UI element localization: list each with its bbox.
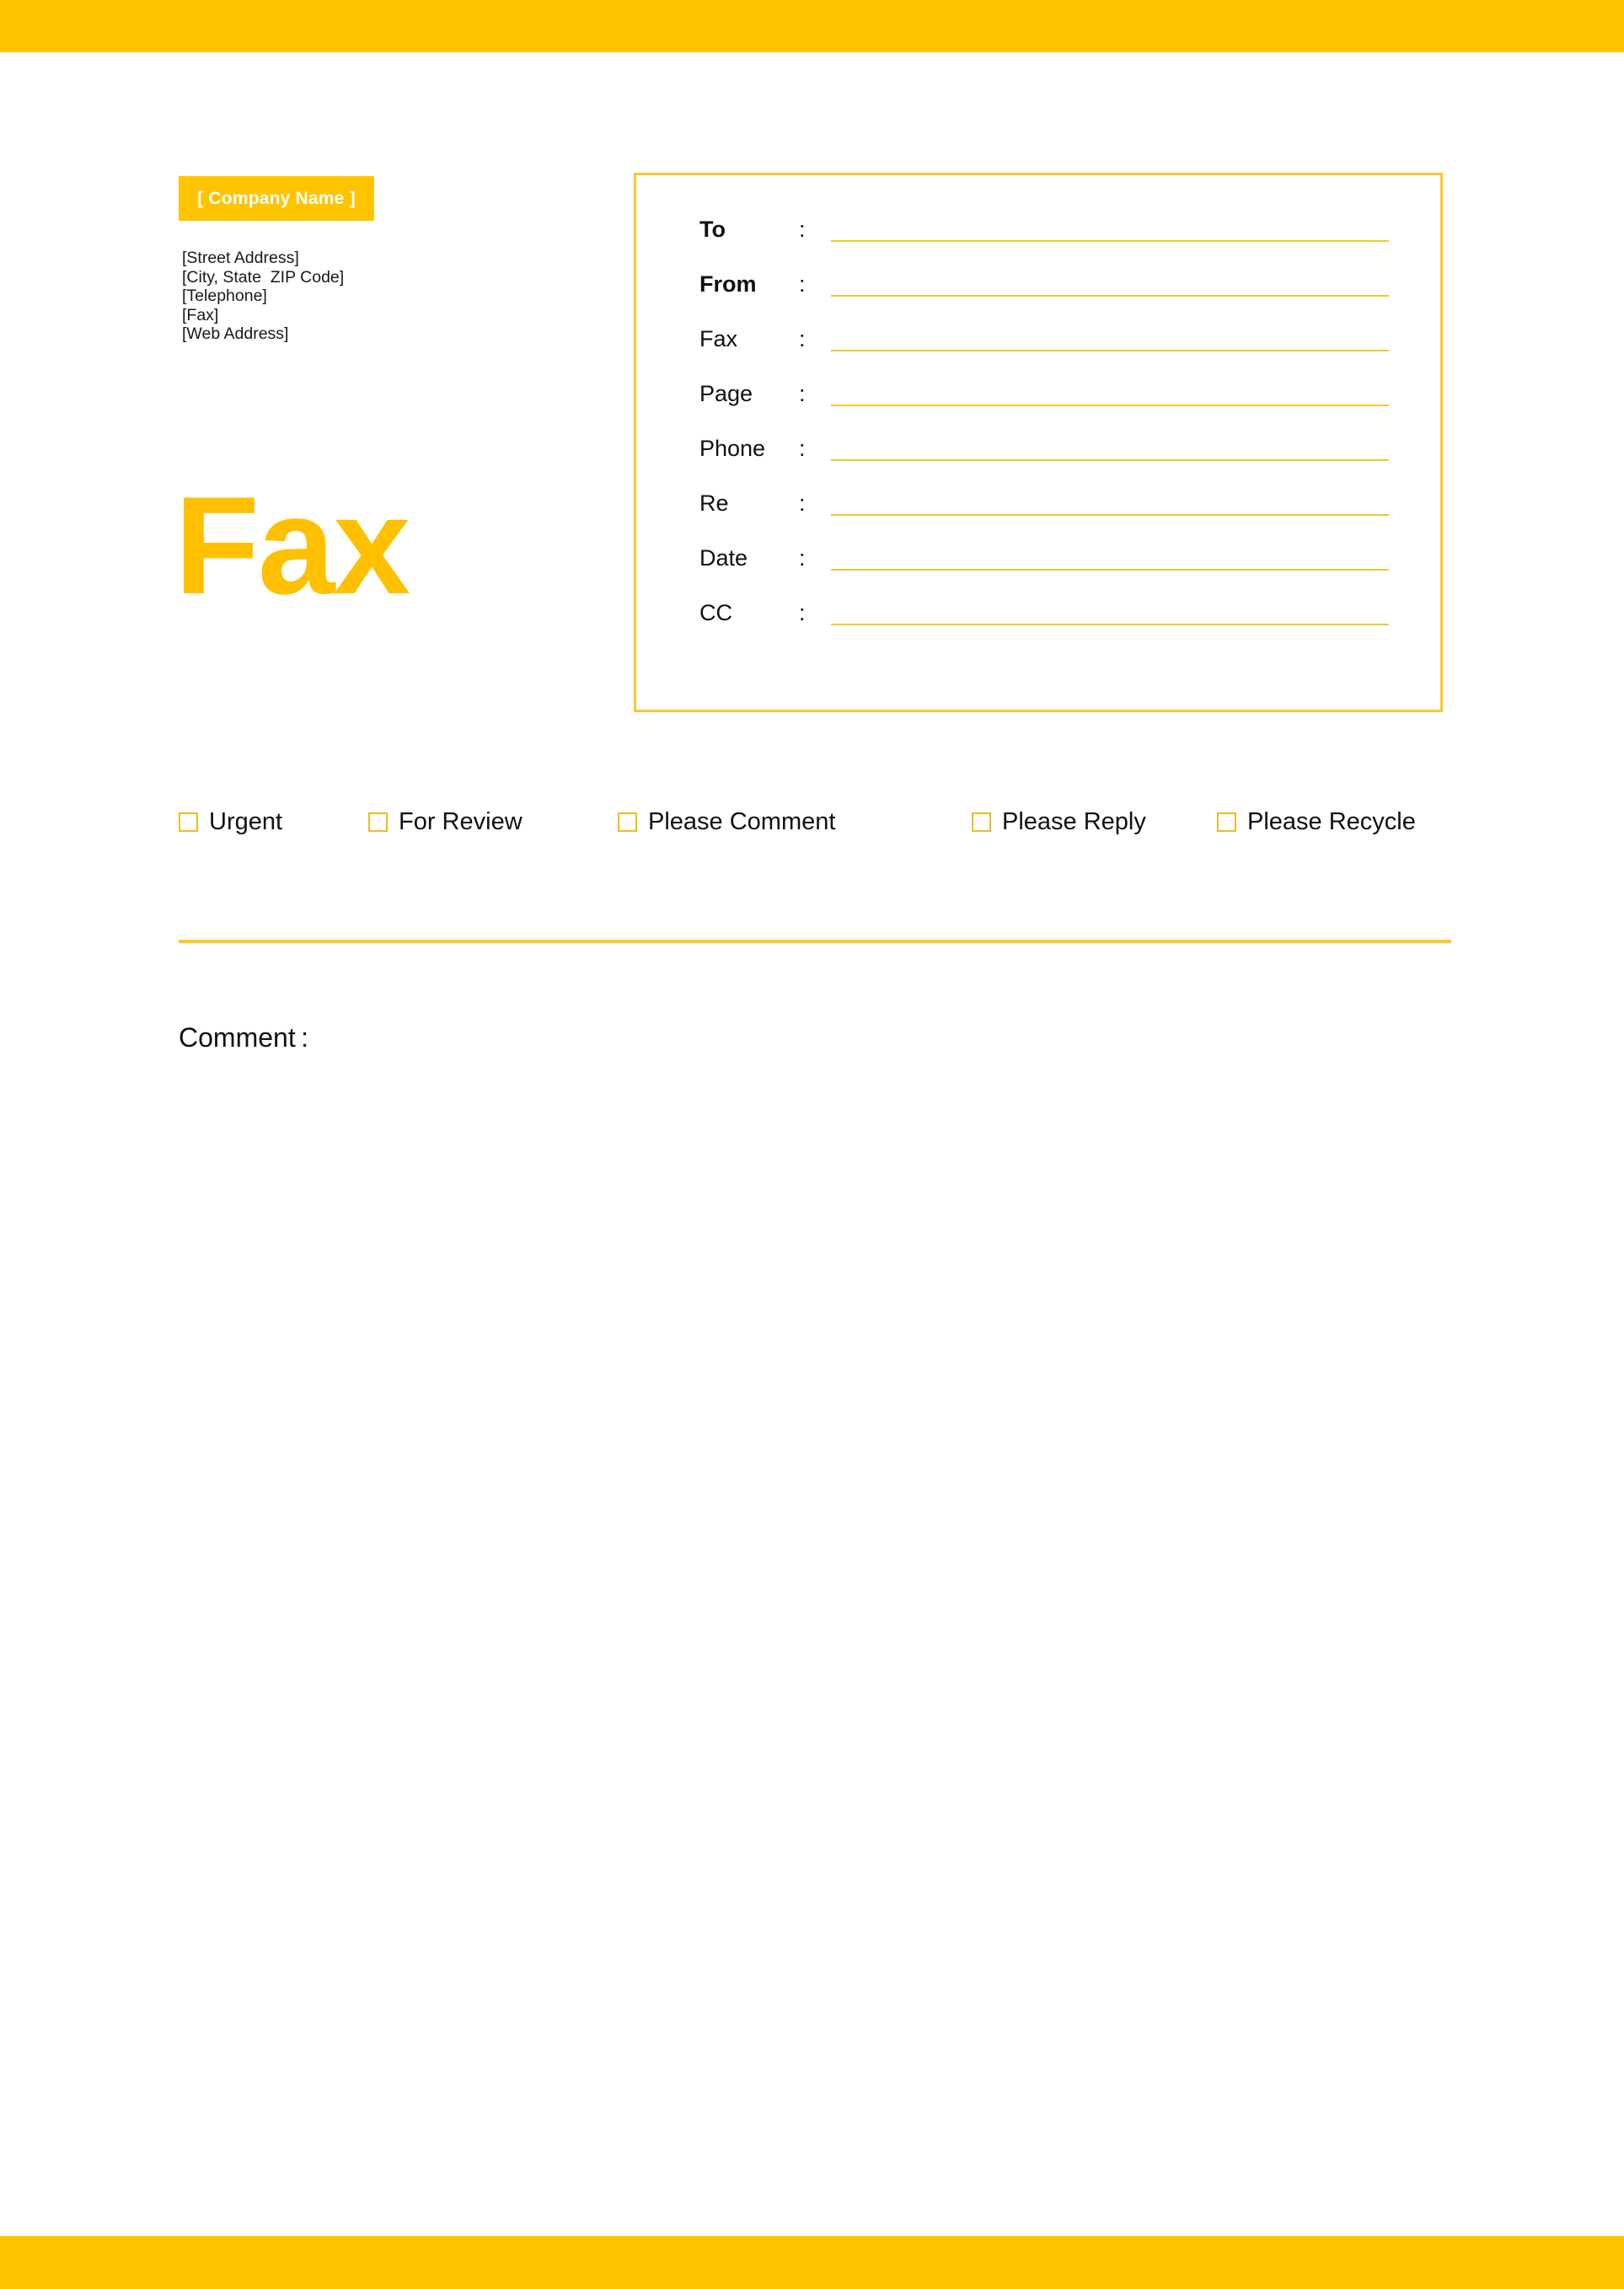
field-label-from: From [699, 271, 757, 297]
fax-cover-sheet-page: [ Company Name ] [Street Address] [City,… [0, 0, 1624, 2289]
checkbox-urgent[interactable] [179, 812, 198, 832]
field-label-to: To [699, 217, 726, 242]
company-name-text: [ Company Name ] [197, 188, 356, 208]
fax-options-row: Urgent For Review Please Comment Please … [179, 809, 1451, 843]
field-row-to: To : [699, 217, 1389, 271]
field-label-fax: Fax [699, 326, 738, 351]
field-input-page[interactable] [831, 405, 1389, 406]
checkbox-item-please-comment[interactable]: Please Comment [618, 809, 835, 835]
field-input-phone[interactable] [831, 459, 1389, 461]
field-input-date[interactable] [831, 569, 1389, 571]
field-colon-to: : [799, 217, 806, 242]
checkbox-label-please-reply: Please Reply [1002, 808, 1146, 835]
field-label-date: Date [699, 545, 748, 571]
field-input-to[interactable] [831, 240, 1389, 242]
field-input-cc[interactable] [831, 624, 1389, 625]
address-line-city-state-zip: [City, State ZIP Code] [182, 267, 345, 287]
field-colon-re: : [799, 490, 806, 516]
field-label-phone: Phone [699, 436, 766, 461]
field-label-cc: CC [699, 600, 732, 625]
field-colon-cc: : [799, 600, 806, 625]
address-line-web: [Web Address] [182, 324, 289, 343]
sender-address-block: [Street Address] [City, State ZIP Code] … [182, 249, 536, 344]
top-accent-bar [0, 0, 1624, 52]
checkbox-for-review[interactable] [368, 812, 388, 832]
address-line-street: [Street Address] [182, 249, 299, 267]
checkbox-label-urgent: Urgent [209, 808, 283, 835]
comment-heading: Comment : [179, 1022, 308, 1053]
field-label-page: Page [699, 381, 753, 406]
field-row-from: From : [699, 271, 1389, 326]
field-colon-fax: : [799, 326, 806, 351]
checkbox-please-comment[interactable] [618, 812, 637, 832]
field-colon-phone: : [799, 436, 806, 461]
comment-input-area[interactable] [179, 1070, 1451, 2200]
checkbox-label-please-recycle: Please Recycle [1247, 808, 1416, 835]
field-row-cc: CC : [699, 600, 1389, 655]
field-colon-date: : [799, 545, 806, 571]
checkbox-item-for-review[interactable]: For Review [368, 809, 523, 835]
checkbox-item-please-reply[interactable]: Please Reply [972, 809, 1146, 835]
checkbox-item-please-recycle[interactable]: Please Recycle [1217, 809, 1416, 835]
section-divider [179, 940, 1451, 943]
field-row-page: Page : [699, 381, 1389, 436]
field-input-from[interactable] [831, 295, 1389, 297]
field-colon-from: : [799, 271, 806, 297]
address-line-telephone: [Telephone] [182, 287, 267, 305]
field-row-fax: Fax : [699, 326, 1389, 381]
field-input-fax[interactable] [831, 350, 1389, 351]
field-row-date: Date : [699, 545, 1389, 600]
checkbox-item-urgent[interactable]: Urgent [179, 809, 282, 835]
address-line-fax: [Fax] [182, 305, 219, 324]
bottom-accent-bar [0, 2236, 1624, 2289]
company-name-badge: [ Company Name ] [179, 176, 374, 221]
fax-title-wordmark: Fax [174, 468, 410, 623]
checkbox-please-reply[interactable] [972, 812, 991, 832]
checkbox-label-please-comment: Please Comment [648, 808, 836, 835]
fax-details-fields: To : From : Fax : Page : Phone : Re : Da… [634, 173, 1443, 712]
field-row-re: Re : [699, 490, 1389, 545]
field-label-re: Re [699, 490, 729, 516]
field-input-re[interactable] [831, 514, 1389, 516]
checkbox-label-for-review: For Review [399, 808, 523, 835]
field-colon-page: : [799, 381, 806, 406]
checkbox-please-recycle[interactable] [1217, 812, 1236, 832]
field-row-phone: Phone : [699, 436, 1389, 490]
